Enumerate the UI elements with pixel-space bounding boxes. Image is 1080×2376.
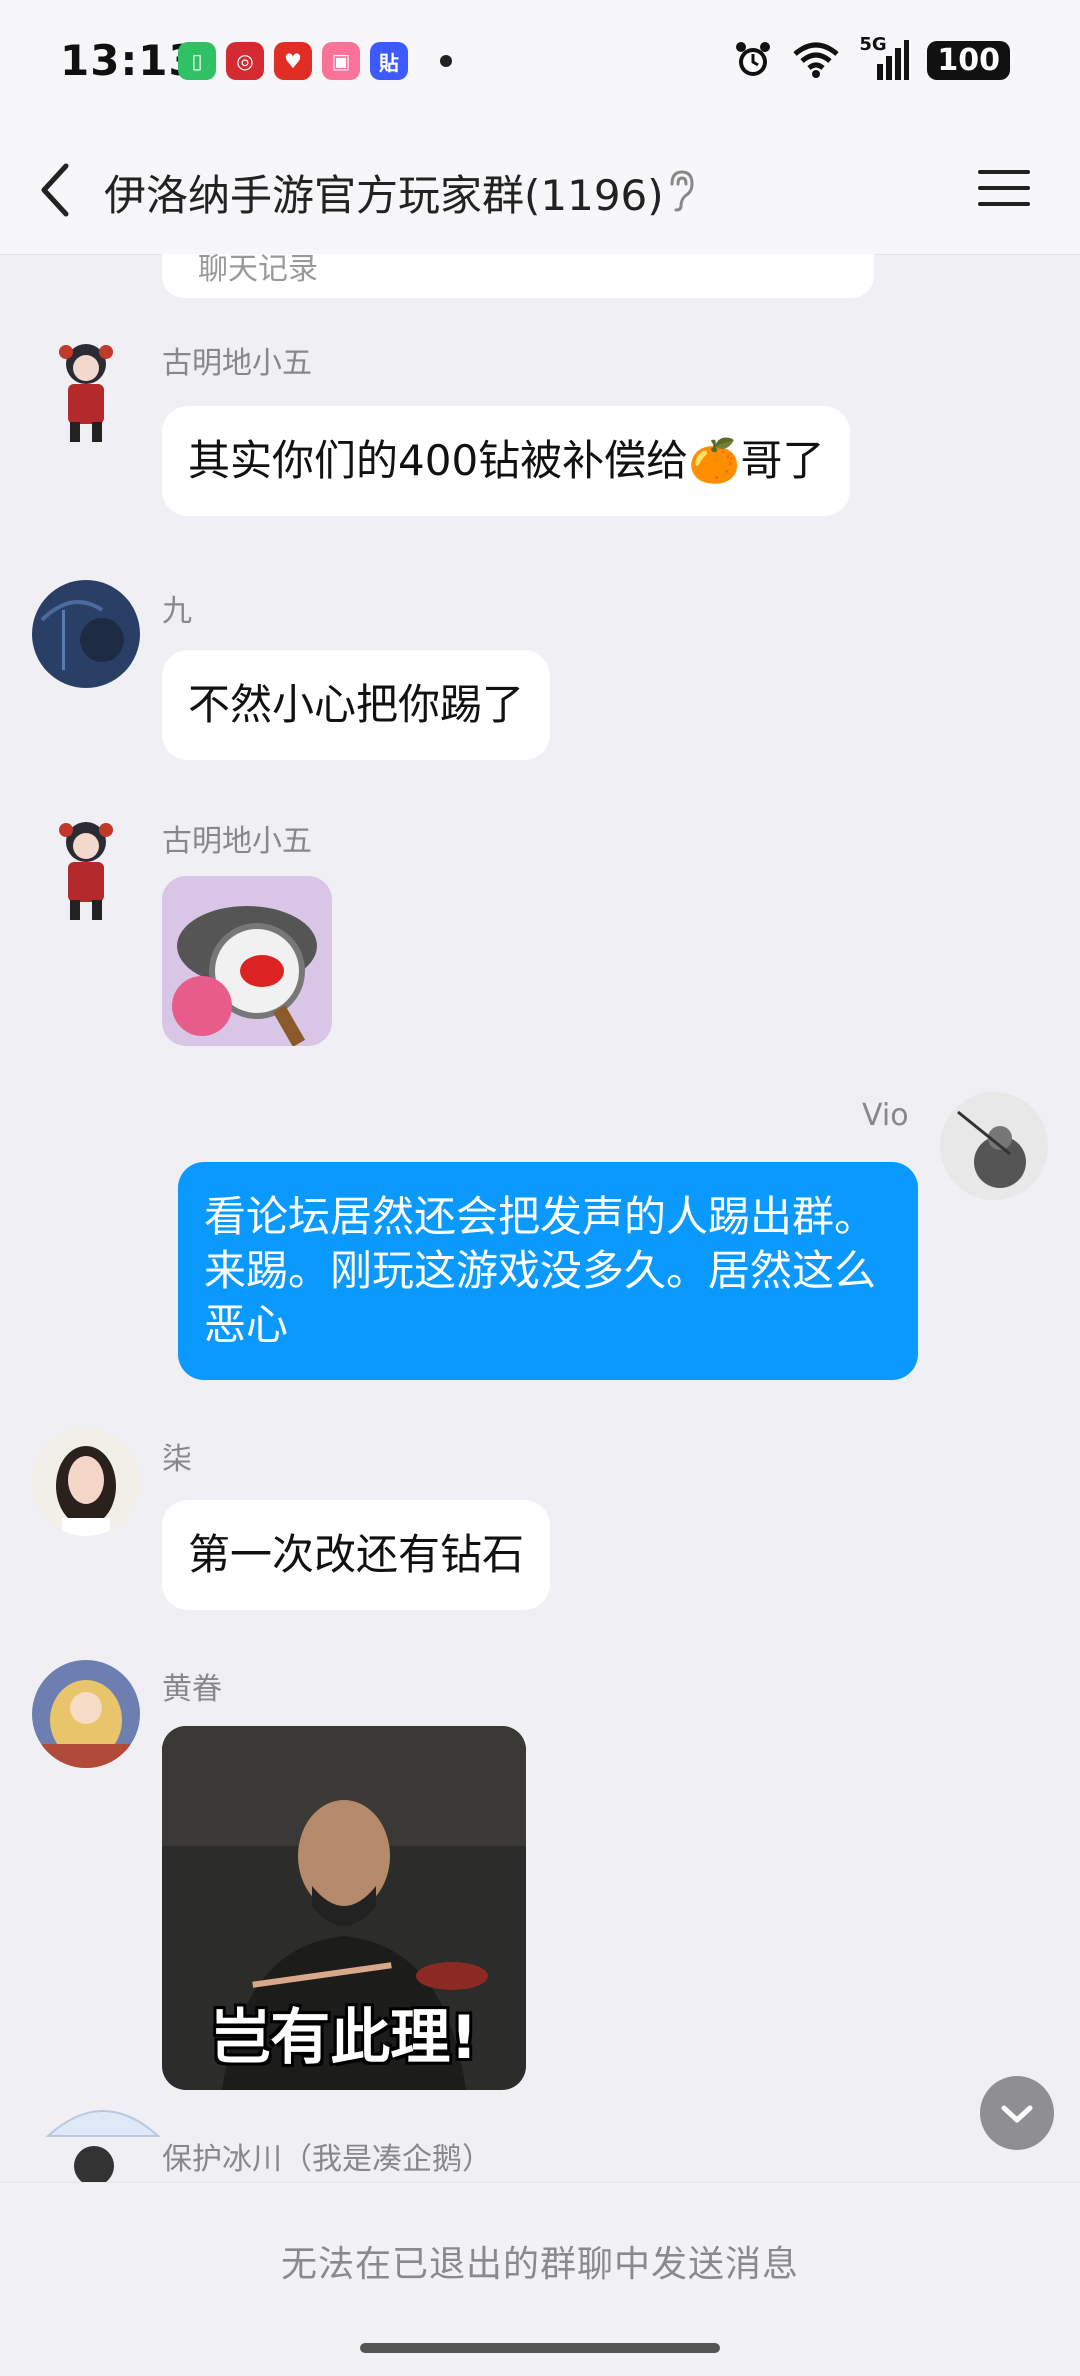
avatar[interactable] [32, 338, 140, 446]
alarm-icon [736, 42, 771, 76]
sender-name: 黄眷 [162, 1672, 222, 1707]
chat-header: 伊洛纳手游官方玩家群(1196) [0, 120, 1080, 255]
ear-icon[interactable] [664, 168, 698, 212]
sender-name: 古明地小五 [162, 824, 312, 859]
notification-icons: ▯ ◎ ♥ ▣ 貼 [178, 42, 452, 80]
status-right: 5G 100 [733, 34, 1010, 82]
chat-history-card[interactable]: 聊天记录 [162, 254, 874, 298]
scroll-to-bottom-button[interactable] [980, 2076, 1054, 2150]
menu-icon[interactable] [978, 168, 1030, 208]
avatar[interactable] [940, 1092, 1048, 1200]
avatar[interactable] [32, 1428, 140, 1536]
message-bubble[interactable]: 其实你们的400钻被补偿给🍊哥了 [162, 406, 851, 516]
avatar[interactable] [32, 816, 140, 924]
battery-indicator: 100 [927, 40, 1010, 80]
message-bubble[interactable]: 不然小心把你踢了 [162, 650, 551, 760]
status-bar: 13:13 ▯ ◎ ♥ ▣ 貼 5G 100 [0, 0, 1080, 120]
avatar[interactable] [32, 1660, 140, 1768]
wifi-icon [793, 42, 840, 78]
pinduoduo-icon: ♥ [274, 42, 312, 80]
chevron-down-icon [1001, 2105, 1033, 2123]
chat-history-label: 聊天记录 [198, 254, 318, 287]
left-group-notice: 无法在已退出的群聊中发送消息 [280, 2244, 799, 2285]
avatar[interactable] [44, 2096, 162, 2182]
meme-caption: 岂有此理! [210, 2003, 478, 2073]
tieba-icon: 貼 [370, 42, 408, 80]
sender-name: 九 [162, 594, 192, 629]
message-bubble[interactable]: 第一次改还有钻石 [162, 1500, 551, 1610]
chat-messages[interactable]: 聊天记录 古明地小五 其实你们的400钻被补偿给🍊哥了 九 不然小心把你踢了 古… [0, 254, 1080, 2182]
bilibili-icon: ▣ [322, 42, 360, 80]
union-pay-icon: ◎ [226, 42, 264, 80]
home-indicator[interactable] [360, 2343, 720, 2353]
more-notifications-dot [440, 55, 452, 67]
sender-name: 柒 [162, 1442, 192, 1477]
sender-name: 保护冰川（我是凑企鹅） [162, 2142, 492, 2177]
back-chevron-icon[interactable] [36, 160, 76, 220]
battery-app-icon: ▯ [178, 42, 216, 80]
input-area: 无法在已退出的群聊中发送消息 [0, 2182, 1080, 2376]
meme-image[interactable]: 岂有此理! [162, 1726, 526, 2090]
message-bubble-self[interactable]: 看论坛居然还会把发声的人踢出群。来踢。刚玩这游戏没多久。居然这么恶心 [178, 1162, 918, 1380]
sender-name: Vio [862, 1098, 909, 1133]
cellular-icon: 5G [859, 34, 910, 82]
avatar[interactable] [32, 580, 140, 688]
group-title[interactable]: 伊洛纳手游官方玩家群(1196) [104, 162, 664, 223]
sticker-image[interactable] [162, 876, 332, 1046]
sender-name: 古明地小五 [162, 346, 312, 381]
